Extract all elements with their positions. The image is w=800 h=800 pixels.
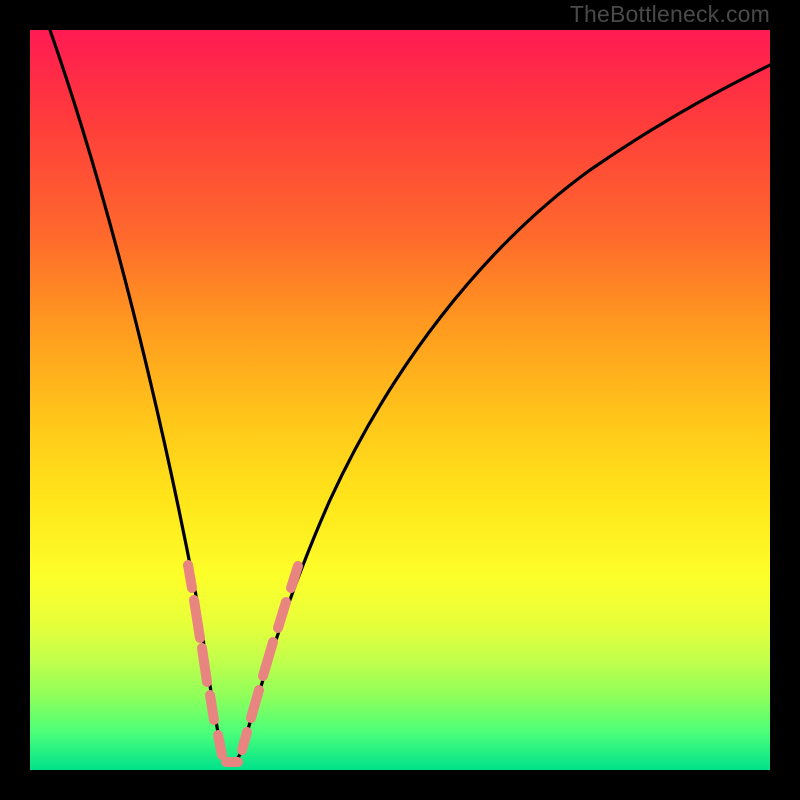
- marker-dash: [188, 565, 192, 588]
- bottleneck-curve: [50, 30, 770, 763]
- marker-dash: [278, 602, 286, 628]
- plot-area: [30, 30, 770, 770]
- marker-dash: [202, 648, 207, 682]
- marker-dash: [210, 695, 214, 720]
- watermark-text: TheBottleneck.com: [570, 1, 770, 28]
- marker-dash: [242, 732, 247, 750]
- marker-group-right: [242, 566, 298, 750]
- marker-dash: [218, 735, 222, 755]
- chart-frame: TheBottleneck.com: [0, 0, 800, 800]
- marker-dash: [194, 600, 200, 638]
- marker-dash: [263, 642, 273, 676]
- marker-dash: [291, 566, 298, 588]
- curve-layer: [30, 30, 770, 770]
- marker-dash: [251, 690, 259, 718]
